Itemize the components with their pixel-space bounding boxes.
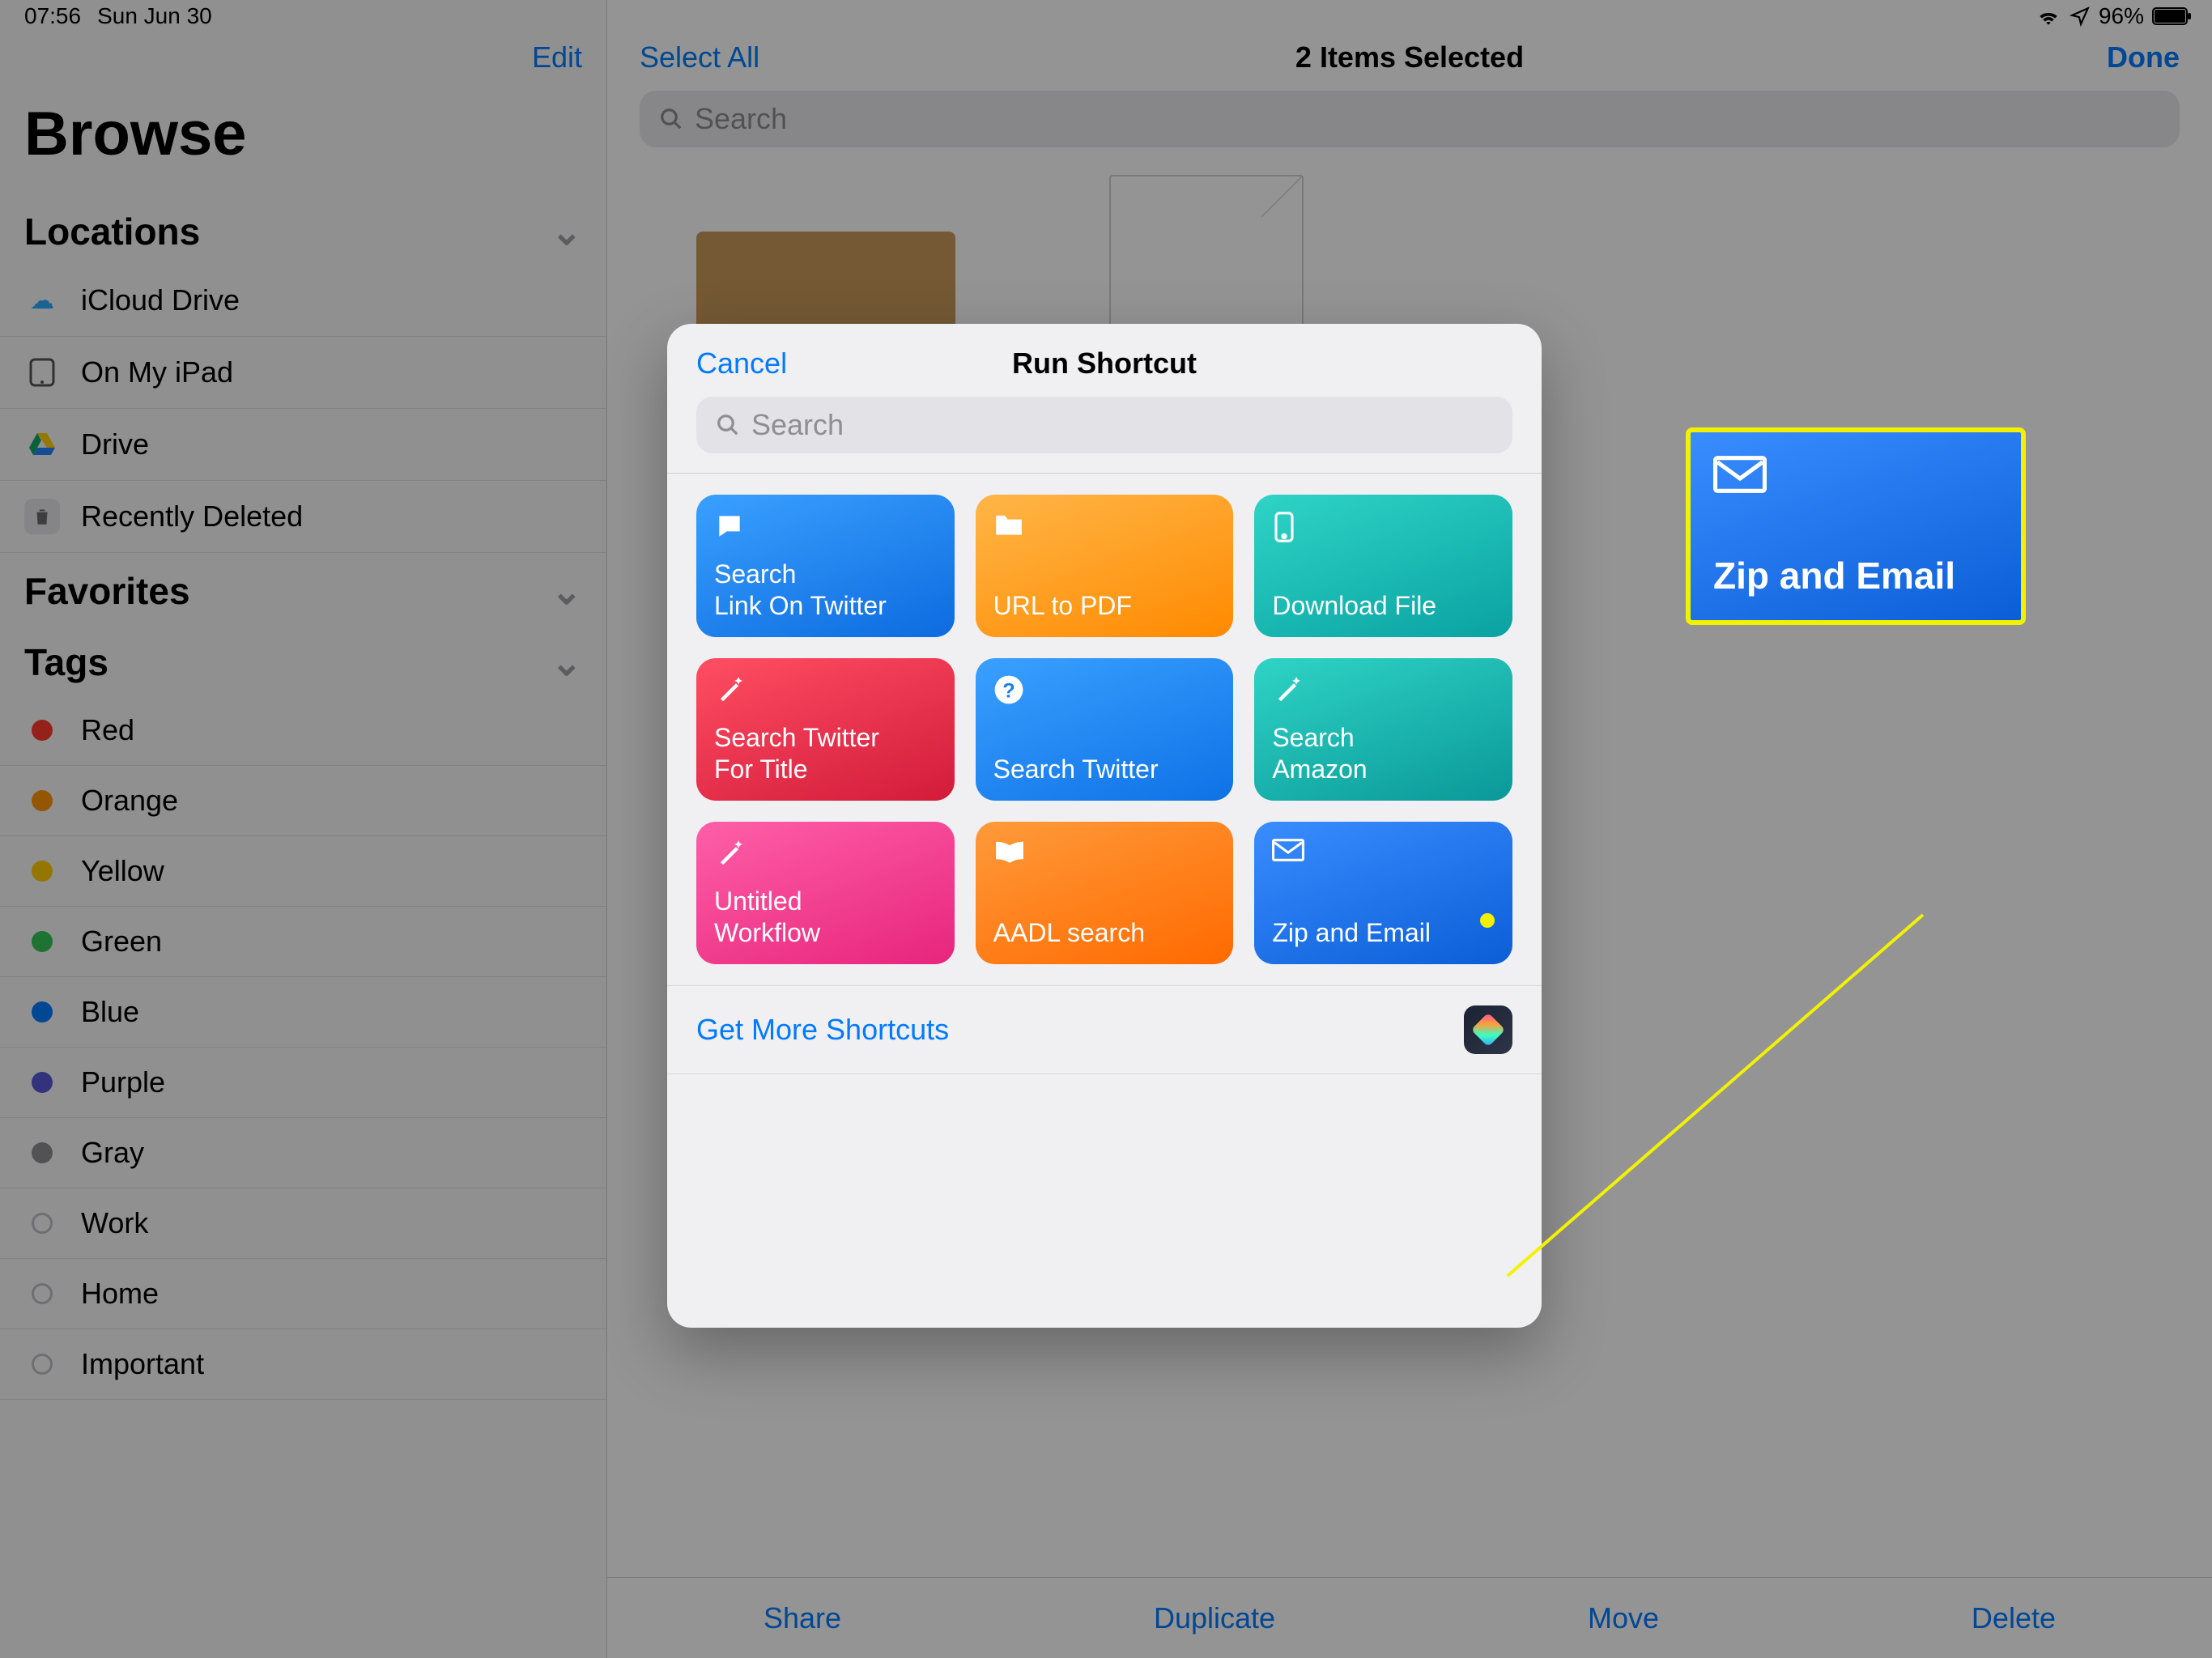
search-placeholder: Search	[751, 408, 844, 442]
callout-zip-and-email: Zip and Email	[1686, 427, 2026, 625]
shortcut-label: Search Twitter	[993, 754, 1216, 784]
mail-icon	[1272, 838, 1495, 870]
callout-label: Zip and Email	[1713, 554, 1998, 597]
search-icon	[716, 413, 740, 437]
folder-icon	[993, 511, 1216, 543]
shortcut-label: Search Amazon	[1272, 722, 1495, 784]
shortcut-search-amazon[interactable]: Search Amazon	[1254, 658, 1512, 801]
svg-text:?: ?	[1002, 680, 1015, 703]
shortcut-zip-and-email[interactable]: Zip and Email	[1254, 822, 1512, 964]
shortcut-search-link-twitter[interactable]: Search Link On Twitter	[696, 495, 955, 637]
run-shortcut-modal: Cancel Run Shortcut Search Search Link O…	[667, 324, 1542, 1328]
shortcut-download-file[interactable]: Download File	[1254, 495, 1512, 637]
question-icon: ?	[993, 674, 1216, 707]
shortcut-url-to-pdf[interactable]: URL to PDF	[976, 495, 1234, 637]
shortcuts-app-icon[interactable]	[1464, 1005, 1512, 1054]
wand-icon	[1272, 674, 1495, 707]
shortcut-label: Zip and Email	[1272, 917, 1495, 948]
speech-icon	[714, 511, 937, 543]
shortcut-untitled-workflow[interactable]: Untitled Workflow	[696, 822, 955, 964]
cancel-button[interactable]: Cancel	[696, 346, 787, 380]
shortcut-label: URL to PDF	[993, 590, 1216, 621]
mail-icon	[1713, 455, 1998, 487]
shortcut-label: Search Twitter For Title	[714, 722, 937, 784]
phone-icon	[1272, 511, 1495, 543]
wand-icon	[714, 674, 937, 707]
shortcut-label: Untitled Workflow	[714, 886, 937, 948]
modal-title: Run Shortcut	[1012, 346, 1197, 380]
book-icon	[993, 838, 1216, 870]
shortcut-label: AADL search	[993, 917, 1216, 948]
shortcut-label: Download File	[1272, 590, 1495, 621]
shortcut-search-twitter[interactable]: ? Search Twitter	[976, 658, 1234, 801]
wand-icon	[714, 838, 937, 870]
shortcut-search-twitter-title[interactable]: Search Twitter For Title	[696, 658, 955, 801]
shortcut-aadl-search[interactable]: AADL search	[976, 822, 1234, 964]
annotation-dot	[1480, 913, 1495, 928]
shortcut-search-input[interactable]: Search	[696, 397, 1512, 453]
get-more-shortcuts-link[interactable]: Get More Shortcuts	[696, 1013, 949, 1047]
shortcut-label: Search Link On Twitter	[714, 559, 937, 621]
